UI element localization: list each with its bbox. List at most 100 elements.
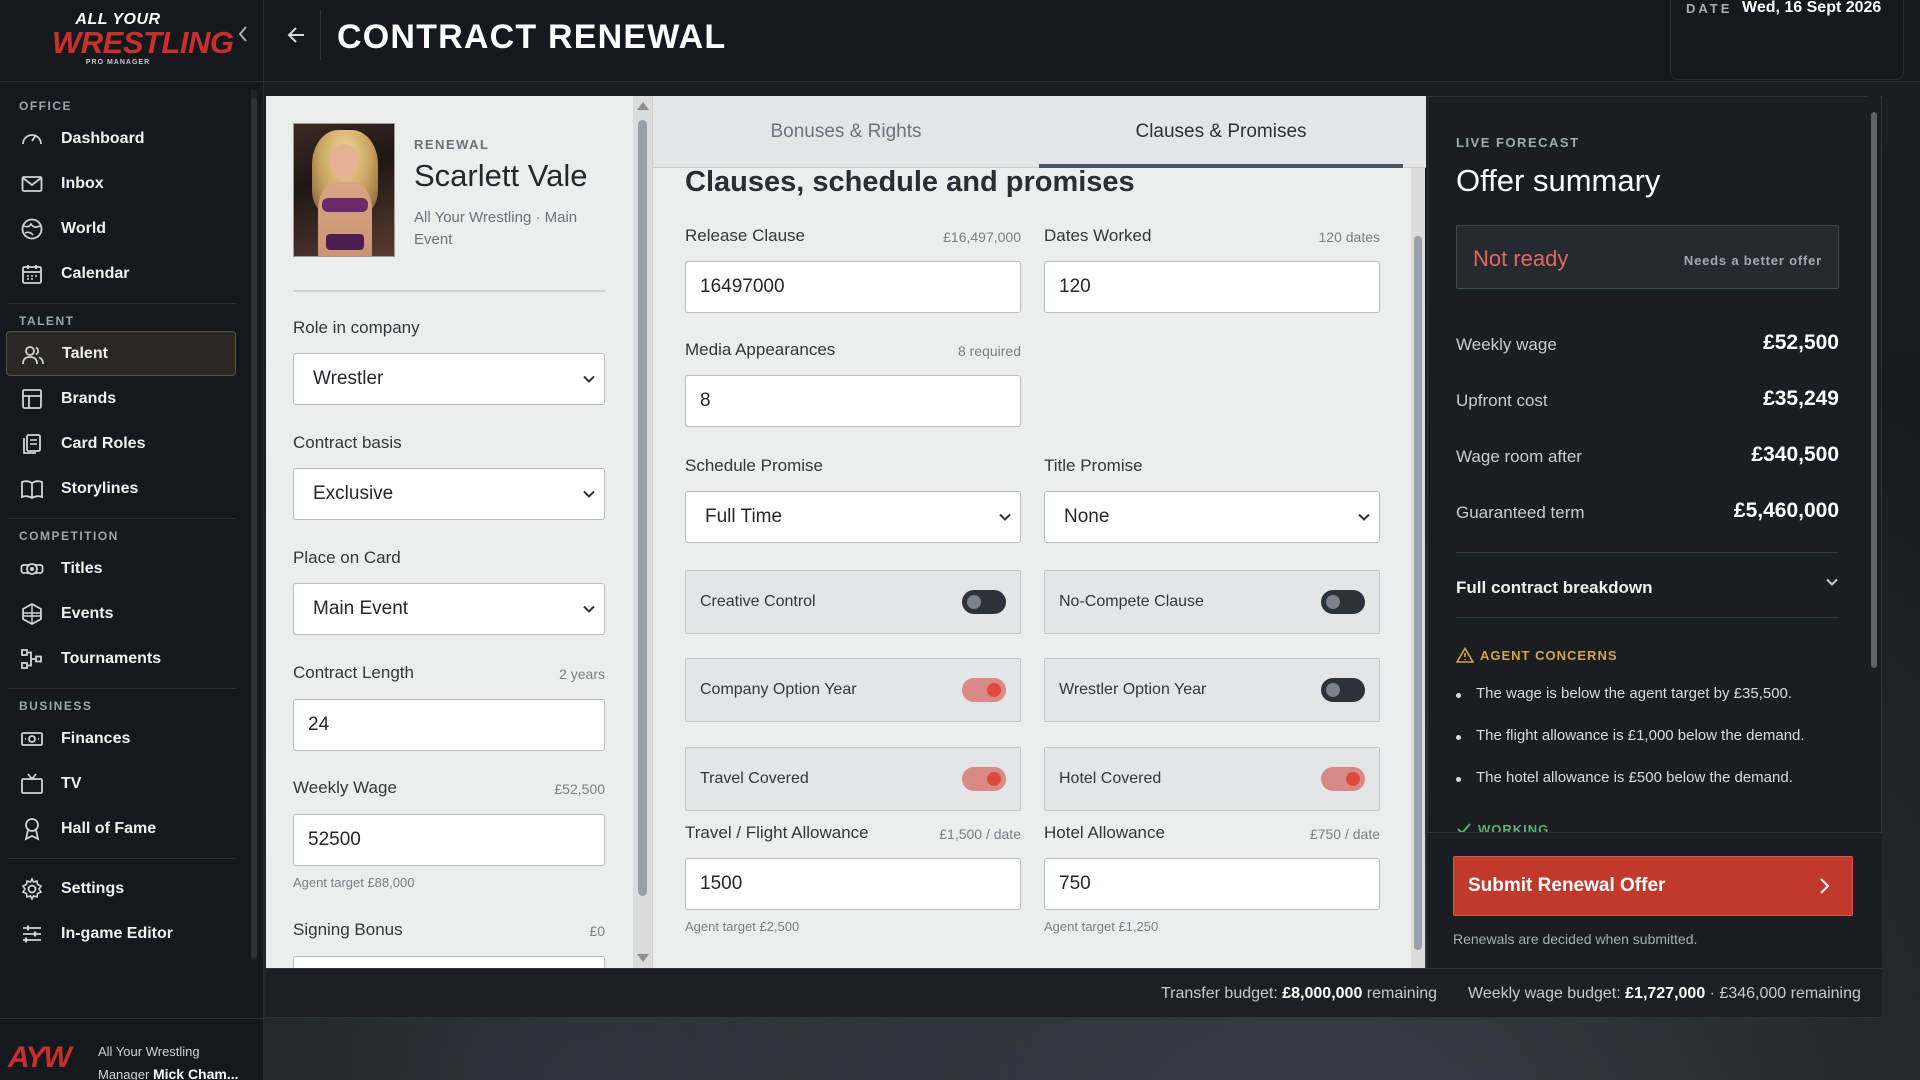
scrollbar-thumb[interactable] [1871,112,1877,668]
toggle-label: No-Compete Clause [1059,593,1204,610]
sidebar-item-editor[interactable]: In-game Editor [0,911,250,956]
travel-covered-card[interactable]: Travel Covered [685,747,1021,811]
no-compete-toggle[interactable] [1321,590,1365,614]
sidebar-item-inbox[interactable]: Inbox [0,161,250,206]
divider [1456,552,1839,553]
users-icon [22,346,44,365]
sidebar-item-talent[interactable]: Talent [6,331,236,376]
renewal-kicker: RENEWAL [414,137,490,152]
sidebar-item-label: Hall of Fame [61,819,157,837]
chevron-down-icon[interactable] [1825,575,1839,589]
company-option-toggle[interactable] [962,678,1006,702]
status-text: Not ready [1473,246,1569,271]
summary-row-weekly-wage: Weekly wage £52,500 [1456,317,1839,373]
nav-section-competition: COMPETITION [19,529,119,543]
schedule-promise-select[interactable]: Full Time [685,491,1021,543]
concern-text: The hotel allowance is £500 below the de… [1476,769,1793,786]
sidebar-item-calendar[interactable]: Calendar [0,251,250,296]
basis-select[interactable]: Exclusive [293,468,605,520]
logo-area: ALL YOUR WRESTLING PRO MANAGER [0,0,263,82]
brand-logo[interactable]: ALL YOUR WRESTLING PRO MANAGER [52,12,234,67]
sidebar-item-finances[interactable]: Finances [0,716,250,761]
dates-worked-input[interactable]: 120 [1044,261,1380,313]
place-select[interactable]: Main Event [293,583,605,635]
no-compete-card[interactable]: No-Compete Clause [1044,570,1380,634]
sidebar-item-label: Titles [61,559,103,577]
sidebar-item-storylines[interactable]: Storylines [0,466,250,511]
sidebar-item-card-roles[interactable]: Card Roles [0,421,250,466]
ring-icon [22,602,42,626]
sidebar-item-world[interactable]: World [0,206,250,251]
contract-length-input[interactable]: 24 [293,699,605,751]
flight-allowance-input[interactable]: 1500 [685,858,1021,910]
creative-control-card[interactable]: Creative Control [685,570,1021,634]
sidebar-item-tv[interactable]: TV [0,761,250,806]
concern-item: The wage is below the agent target by £3… [1456,685,1792,702]
back-button[interactable] [282,20,312,50]
sidebar-item-titles[interactable]: Titles [0,546,250,591]
forecast-kicker: LIVE FORECAST [1456,135,1580,150]
collapse-sidebar-button[interactable] [233,22,253,46]
summary-scrollbar[interactable] [1868,96,1880,831]
sidebar-item-brands[interactable]: Brands [0,376,250,421]
travel-covered-toggle[interactable] [962,767,1006,791]
sidebar-item-hall-of-fame[interactable]: Hall of Fame [0,806,250,851]
divider [293,290,605,292]
weekly-wage-input[interactable]: 52500 [293,814,605,866]
sidebar-scrollbar[interactable] [251,90,257,960]
hotel-covered-card[interactable]: Hotel Covered [1044,747,1380,811]
release-clause-input[interactable]: 16497000 [685,261,1021,313]
creative-control-toggle[interactable] [962,590,1006,614]
scroll-up-icon[interactable] [637,102,649,110]
sidebar-item-events[interactable]: Events [0,591,250,636]
place-value: Main Event [313,598,409,619]
hotel-allowance-input[interactable]: 750 [1044,858,1380,910]
top-bar: CONTRACT RENEWAL [264,0,1920,82]
title-promise-select[interactable]: None [1044,491,1380,543]
scrollbar-thumb[interactable] [1414,236,1422,950]
role-select[interactable]: Wrestler [293,353,605,405]
scrollbar-thumb[interactable] [251,98,257,958]
sidebar-item-tournaments[interactable]: Tournaments [0,636,250,681]
basis-value: Exclusive [313,483,394,504]
schedule-value: Full Time [705,506,783,527]
cards-icon [23,434,41,454]
wrestler-option-toggle[interactable] [1321,678,1365,702]
summary-label: Upfront cost [1456,391,1548,410]
tab-clauses-promises[interactable]: Clauses & Promises [1039,96,1403,168]
contract-breakdown-toggle[interactable]: Full contract breakdown [1456,578,1652,598]
sidebar-item-label: Calendar [61,264,130,282]
sidebar-item-label: Talent [62,344,108,362]
scroll-down-icon[interactable] [637,954,649,962]
globe-icon [21,218,43,240]
role-value: Wrestler [313,368,384,389]
sidebar-item-settings[interactable]: Settings [0,866,250,911]
sidebar-item-dashboard[interactable]: Dashboard [0,116,250,161]
media-appearances-input[interactable]: 8 [685,375,1021,427]
date-label: DATE [1686,1,1733,16]
hotel-covered-toggle[interactable] [1321,767,1365,791]
company-option-card[interactable]: Company Option Year [685,658,1021,722]
scrollbar-thumb[interactable] [638,120,647,896]
transfer-budget: Transfer budget: £8,000,000 remaining [1161,985,1437,1003]
hotel-hint: £750 / date [1309,826,1380,842]
signing-bonus-input[interactable] [293,956,605,968]
chevron-down-icon [1358,513,1370,521]
submit-renewal-button[interactable]: Submit Renewal Offer [1453,856,1853,916]
clauses-scrollbar[interactable] [1411,168,1425,968]
gauge-icon [22,134,42,145]
summary-label: Guaranteed term [1456,503,1585,522]
length-label: Contract Length [293,663,414,682]
left-panel-scrollbar[interactable] [633,96,652,968]
sidebar-item-label: TV [61,774,82,792]
tab-bonuses-rights[interactable]: Bonuses & Rights [653,96,1039,168]
toggle-label: Travel Covered [700,770,809,787]
release-label: Release Clause [685,226,806,245]
page-title: CONTRACT RENEWAL [337,18,727,56]
sidebar-item-label: Tournaments [61,649,162,667]
section-heading: Clauses, schedule and promises [685,166,1135,198]
wrestler-option-card[interactable]: Wrestler Option Year [1044,658,1380,722]
sidebar-item-label: Finances [61,729,131,747]
nav-divider [8,303,236,304]
wage-budget-value: £1,727,000 [1625,985,1706,1002]
